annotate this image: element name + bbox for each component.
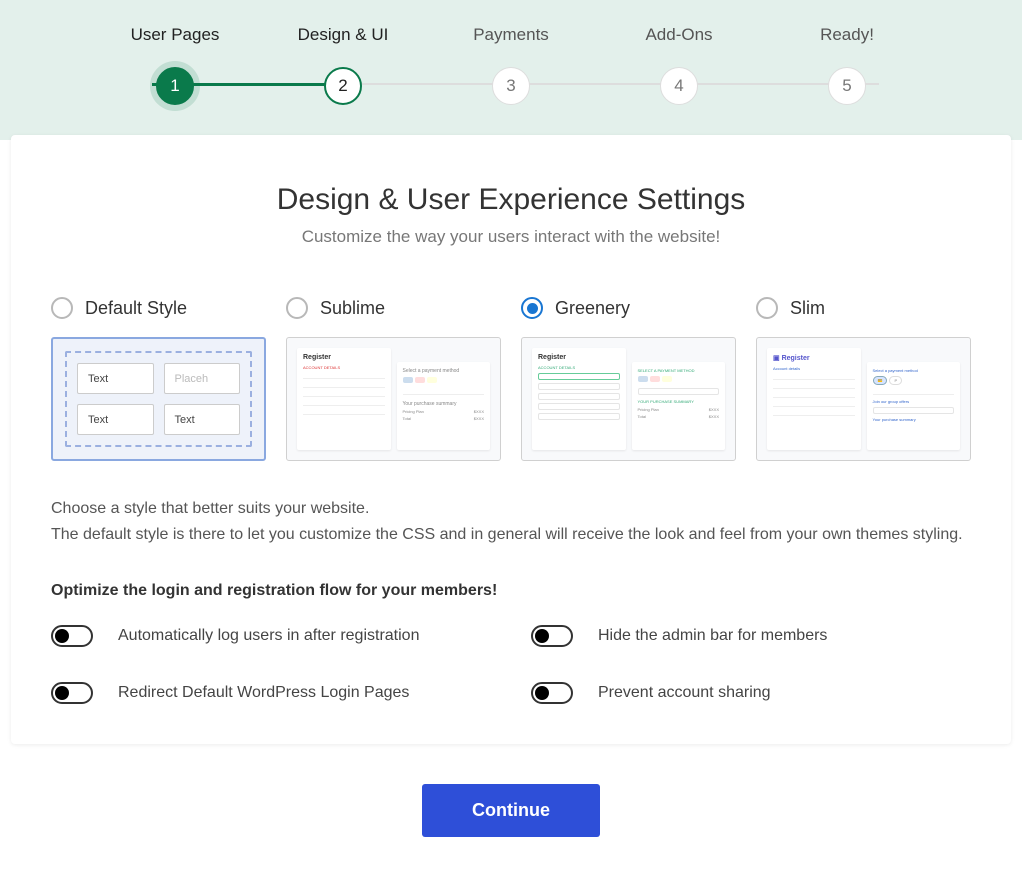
step-number: 1 [156,67,194,105]
style-option-sublime[interactable]: Sublime Register ACCOUNT DETAILS Select … [286,297,501,461]
step-number: 2 [324,67,362,105]
radio-icon[interactable] [521,297,543,319]
style-preview[interactable]: Text Placeh Text Text [51,337,266,461]
step-label: Add-Ons [645,25,712,45]
toggle-switch[interactable] [51,625,93,647]
style-name: Default Style [85,298,187,319]
footer: Continue [11,744,1011,867]
style-name: Greenery [555,298,630,319]
toggle-label: Hide the admin bar for members [598,627,827,645]
style-options: Default Style Text Placeh Text Text Subl… [51,297,971,461]
continue-button[interactable]: Continue [422,784,600,837]
style-name: Slim [790,298,825,319]
preview-input: Text [77,404,154,435]
wizard-stepper: User Pages 1 Design & UI 2 Payments 3 Ad… [51,25,971,105]
preview-heading: Register [538,354,620,361]
step-label: Ready! [820,25,874,45]
settings-card: Design & User Experience Settings Custom… [11,135,1011,744]
step-payments[interactable]: Payments 3 [427,25,595,105]
style-option-default[interactable]: Default Style Text Placeh Text Text [51,297,266,461]
step-label: Payments [473,25,549,45]
page-title: Design & User Experience Settings [51,183,971,217]
style-preview[interactable]: ▣ Register Account details Select a paym… [756,337,971,461]
preview-input: Text [77,363,154,394]
step-label: User Pages [131,25,220,45]
toggle-switch[interactable] [531,682,573,704]
preview-heading: Register [303,354,385,361]
style-description: Choose a style that better suits your we… [51,496,971,547]
style-preview[interactable]: Register ACCOUNT DETAILS SELECT A PAYMEN… [521,337,736,461]
toggle-grid: Automatically log users in after registr… [51,625,971,704]
toggle-label: Redirect Default WordPress Login Pages [118,684,409,702]
toggle-hide-admin-bar: Hide the admin bar for members [531,625,971,647]
step-number: 5 [828,67,866,105]
step-user-pages[interactable]: User Pages 1 [91,25,259,105]
style-option-greenery[interactable]: Greenery Register ACCOUNT DETAILS SELECT… [521,297,736,461]
step-label: Design & UI [298,25,389,45]
preview-input: Text [164,404,241,435]
page-subtitle: Customize the way your users interact wi… [51,227,971,247]
radio-icon[interactable] [286,297,308,319]
toggle-redirect-login: Redirect Default WordPress Login Pages [51,682,491,704]
radio-icon[interactable] [51,297,73,319]
style-name: Sublime [320,298,385,319]
toggle-prevent-sharing: Prevent account sharing [531,682,971,704]
toggle-auto-login: Automatically log users in after registr… [51,625,491,647]
step-number: 3 [492,67,530,105]
toggle-switch[interactable] [531,625,573,647]
preview-input: Placeh [164,363,241,394]
step-add-ons[interactable]: Add-Ons 4 [595,25,763,105]
preview-heading: Register [782,355,810,362]
toggle-switch[interactable] [51,682,93,704]
radio-icon[interactable] [756,297,778,319]
style-option-slim[interactable]: Slim ▣ Register Account details Select a… [756,297,971,461]
style-preview[interactable]: Register ACCOUNT DETAILS Select a paymen… [286,337,501,461]
optimize-heading: Optimize the login and registration flow… [51,582,971,600]
step-ready[interactable]: Ready! 5 [763,25,931,105]
step-number: 4 [660,67,698,105]
toggle-label: Automatically log users in after registr… [118,627,419,645]
toggle-label: Prevent account sharing [598,684,771,702]
step-design-ui[interactable]: Design & UI 2 [259,25,427,105]
